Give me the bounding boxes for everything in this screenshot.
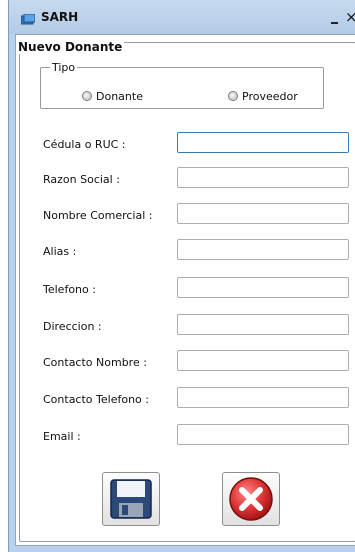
razon-social-input[interactable] (177, 167, 349, 188)
save-button[interactable] (102, 472, 160, 526)
email-label: Email : (43, 430, 81, 443)
email-input[interactable] (177, 424, 349, 445)
radio-proveedor-circle[interactable] (228, 91, 238, 101)
contacto-nombre-input[interactable] (177, 350, 349, 371)
app-icon (20, 13, 36, 25)
window-title: SARH (41, 10, 79, 24)
group-title: Nuevo Donante (18, 40, 125, 54)
contacto-nombre-label: Contacto Nombre : (43, 356, 147, 369)
app-window: SARH × Nuevo Donante Tipo Donante Provee… (8, 0, 355, 552)
radio-proveedor-label: Proveedor (242, 89, 298, 103)
title-bar[interactable]: SARH × (9, 0, 355, 34)
tipo-legend: Tipo (50, 61, 78, 74)
cedula-label: Cédula o RUC : (43, 138, 126, 151)
radio-donante[interactable]: Donante (82, 89, 143, 103)
contacto-telefono-label: Contacto Telefono : (43, 393, 149, 406)
radio-donante-circle[interactable] (82, 91, 92, 101)
radio-donante-label: Donante (96, 89, 143, 103)
telefono-label: Telefono : (43, 283, 96, 296)
nombre-comercial-label: Nombre Comercial : (43, 209, 153, 222)
cancel-button[interactable] (222, 472, 280, 526)
red-x-icon (229, 477, 273, 521)
nombre-comercial-input[interactable] (177, 203, 349, 224)
radio-proveedor[interactable]: Proveedor (228, 89, 298, 103)
direccion-input[interactable] (177, 314, 349, 335)
cedula-input[interactable] (177, 132, 349, 153)
minimize-button[interactable] (329, 12, 341, 26)
contacto-telefono-input[interactable] (177, 387, 349, 408)
alias-label: Alias : (43, 245, 77, 258)
form-panel: Nuevo Donante Tipo Donante Proveedor Céd… (15, 34, 355, 546)
direccion-label: Direccion : (43, 320, 102, 333)
razon-social-label: Razon Social : (43, 173, 120, 186)
telefono-input[interactable] (177, 277, 349, 298)
alias-input[interactable] (177, 239, 349, 260)
floppy-disk-icon (110, 479, 152, 519)
close-button[interactable]: × (345, 8, 355, 26)
